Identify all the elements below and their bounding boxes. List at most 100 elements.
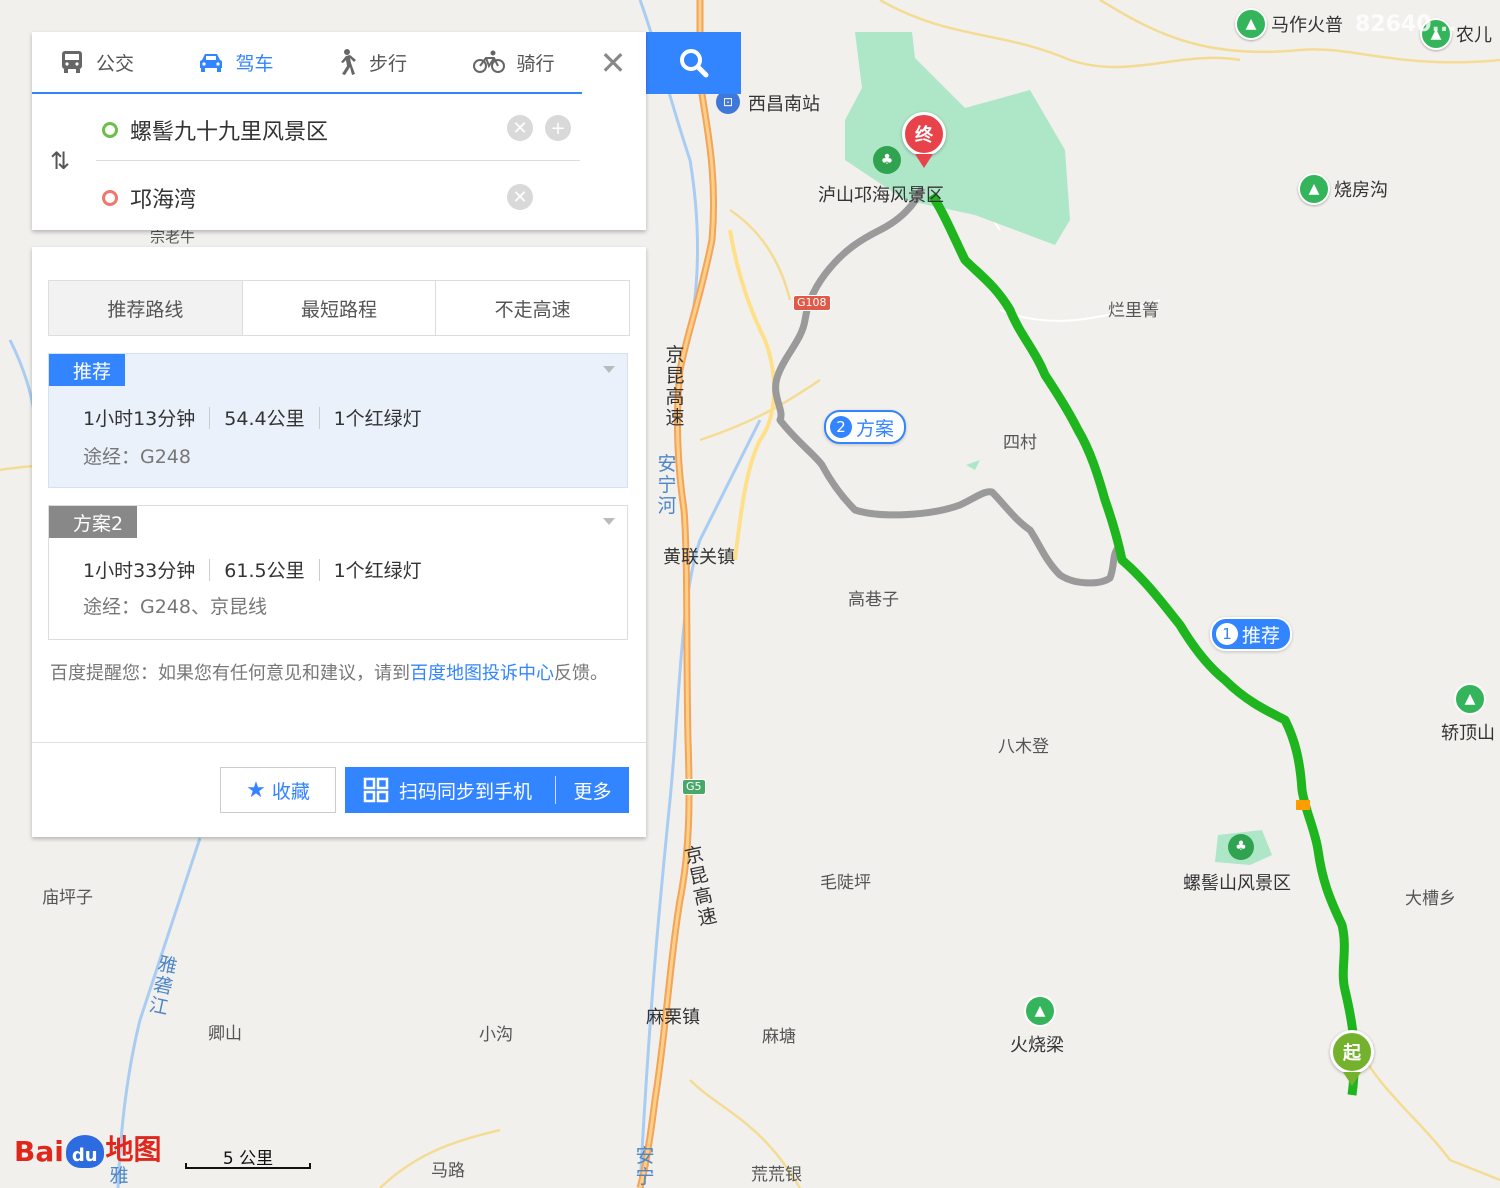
place-xiaogou: 小沟 bbox=[479, 1025, 513, 1045]
route-number-badge: 2 bbox=[830, 416, 852, 438]
route-via: 途经：G248 bbox=[83, 446, 191, 468]
route-card-recommended[interactable]: 推荐 1小时13分钟 54.4公里 1个红绿灯 途经：G248 bbox=[48, 353, 628, 488]
poi-shaofanggou: ▲ 烧房沟 bbox=[1298, 173, 1388, 205]
place-malu: 马路 bbox=[431, 1161, 465, 1181]
footer-divider bbox=[32, 742, 646, 743]
search-icon bbox=[679, 49, 708, 78]
tab-recommended[interactable]: 推荐路线 bbox=[49, 281, 243, 335]
route-time: 1小时13分钟 bbox=[83, 408, 196, 430]
sync-to-phone-button[interactable]: 扫码同步到手机 bbox=[345, 767, 555, 813]
favorite-button[interactable]: ★ 收藏 bbox=[220, 767, 336, 813]
sync-button-group: 扫码同步到手机 更多 bbox=[345, 767, 629, 813]
qr-code-icon bbox=[363, 777, 389, 803]
feedback-notice: 百度提醒您：如果您有任何意见和建议，请到百度地图投诉中心反馈。 bbox=[50, 657, 630, 691]
route-2-bubble[interactable]: 2 方案 bbox=[824, 410, 907, 444]
road-shield-g5: G5 bbox=[682, 779, 706, 795]
mountain-icon: ▲ bbox=[1235, 8, 1267, 40]
destination-field[interactable]: 邛海湾 bbox=[102, 182, 196, 214]
route-distance: 54.4公里 bbox=[224, 408, 305, 430]
favorite-label: 收藏 bbox=[271, 780, 310, 803]
tab-label: 驾车 bbox=[235, 52, 274, 75]
route-distance: 61.5公里 bbox=[224, 560, 305, 582]
close-icon[interactable]: ✕ bbox=[598, 47, 628, 79]
route-number-badge: 1 bbox=[1216, 623, 1238, 645]
search-button[interactable] bbox=[646, 32, 741, 94]
star-icon: ★ bbox=[246, 777, 266, 803]
tab-bus[interactable]: 公交 bbox=[32, 32, 170, 92]
car-icon bbox=[199, 54, 222, 72]
place-maopingzi: 毛陡坪 bbox=[820, 873, 871, 893]
logo-text-bai: Bai bbox=[14, 1135, 64, 1168]
start-marker[interactable]: 起 bbox=[1330, 1030, 1374, 1074]
route-strategy-tabs: 推荐路线 最短路程 不走高速 bbox=[48, 280, 630, 336]
place-lushan-scenic: 泸山邛海风景区 bbox=[818, 185, 944, 206]
route-stats: 1小时33分钟 61.5公里 1个红绿灯 bbox=[83, 556, 422, 583]
bus-icon bbox=[62, 51, 82, 73]
place-huanglianguan: 黄联关镇 bbox=[663, 547, 735, 568]
more-button[interactable]: 更多 bbox=[556, 777, 629, 804]
tab-label: 公交 bbox=[96, 52, 135, 75]
walk-icon bbox=[341, 49, 356, 75]
route-card-plan2[interactable]: 方案2 1小时33分钟 61.5公里 1个红绿灯 途经：G248、京昆线 bbox=[48, 505, 628, 640]
watermark: 82640... bbox=[1355, 12, 1457, 37]
route-stats: 1小时13分钟 54.4公里 1个红绿灯 bbox=[83, 404, 422, 431]
route-results-panel: 推荐路线 最短路程 不走高速 推荐 1小时13分钟 54.4公里 1个红绿灯 途… bbox=[32, 247, 646, 837]
tab-no-highway[interactable]: 不走高速 bbox=[436, 281, 629, 335]
poi-mazuohuopu: ▲ 马作火普 bbox=[1235, 8, 1343, 40]
chevron-down-icon[interactable] bbox=[603, 518, 615, 525]
tab-walk[interactable]: 步行 bbox=[307, 32, 445, 92]
place-luojishan: 螺髻山风景区 bbox=[1183, 873, 1291, 894]
logo-paw: du bbox=[65, 1135, 104, 1168]
mountain-icon: ▲ bbox=[1454, 683, 1486, 715]
transport-mode-tabs: 公交 驾车 步行 骑行 bbox=[32, 32, 582, 94]
place-xichang-south: 西昌南站 bbox=[748, 94, 820, 115]
park-icon: ♣ bbox=[873, 146, 901, 174]
origin-field[interactable]: 螺髻九十九里风景区 bbox=[102, 114, 328, 146]
destination-dot-icon bbox=[102, 190, 118, 206]
place-huanghuangyin: 荒荒银 bbox=[751, 1165, 802, 1185]
destination-text: 邛海湾 bbox=[130, 188, 197, 213]
logo-text-map: 地图 bbox=[105, 1133, 162, 1166]
tab-label: 骑行 bbox=[516, 52, 555, 75]
route-tag: 推荐 bbox=[49, 354, 126, 386]
sync-label: 扫码同步到手机 bbox=[399, 780, 533, 803]
origin-text: 螺髻九十九里风景区 bbox=[130, 120, 329, 145]
baidu-map-logo[interactable]: Bai du 地图 bbox=[14, 1128, 162, 1168]
add-waypoint-icon[interactable]: + bbox=[545, 115, 571, 141]
clear-destination-icon[interactable]: ✕ bbox=[507, 184, 533, 210]
route-1-bubble[interactable]: 1 推荐 bbox=[1210, 617, 1293, 651]
mountain-icon: ▲ bbox=[1298, 173, 1330, 205]
place-dacaoxiang: 大槽乡 bbox=[1405, 889, 1456, 909]
park-icon: ♣ bbox=[1228, 834, 1254, 860]
route-traffic-lights: 1个红绿灯 bbox=[333, 560, 422, 582]
highway-label-jingkun: 京昆高速 bbox=[665, 344, 685, 429]
route-time: 1小时33分钟 bbox=[83, 560, 196, 582]
river-label-anning: 安宁 bbox=[635, 1145, 655, 1188]
route-tag: 方案2 bbox=[49, 506, 138, 538]
swap-direction-icon[interactable]: ⇅ bbox=[50, 147, 70, 175]
clear-origin-icon[interactable]: ✕ bbox=[507, 115, 533, 141]
poi-jiaodingshan: ▲ 轿顶山 bbox=[1441, 683, 1495, 745]
tab-label: 步行 bbox=[369, 52, 408, 75]
place-gaoxiangzi: 高巷子 bbox=[848, 590, 899, 610]
field-divider bbox=[96, 160, 580, 161]
poi-huoshaoliang: ▲ 火烧梁 bbox=[1010, 995, 1064, 1057]
tab-bike[interactable]: 骑行 bbox=[445, 32, 583, 92]
place-malizhen: 麻栗镇 bbox=[646, 1007, 700, 1028]
place-sicun: 四村 bbox=[1003, 433, 1037, 453]
route-bubble-label: 推荐 bbox=[1242, 624, 1281, 647]
notice-text: 百度提醒您：如果您有任何意见和建议，请到 bbox=[50, 663, 410, 684]
place-matang: 麻塘 bbox=[762, 1027, 796, 1047]
route-traffic-lights: 1个红绿灯 bbox=[333, 408, 422, 430]
place-qingshan: 卿山 bbox=[208, 1024, 242, 1044]
river-label-ya: 雅 bbox=[109, 1165, 129, 1187]
chevron-down-icon[interactable] bbox=[603, 366, 615, 373]
road-shield-g108: G108 bbox=[793, 295, 831, 311]
complaint-center-link[interactable]: 百度地图投诉中心 bbox=[410, 663, 554, 684]
tab-drive[interactable]: 驾车 bbox=[170, 32, 308, 92]
place-lanlituo: 烂里箐 bbox=[1108, 301, 1159, 321]
bike-icon bbox=[472, 50, 505, 73]
tab-shortest[interactable]: 最短路程 bbox=[243, 281, 437, 335]
notice-text: 反馈。 bbox=[554, 663, 608, 684]
end-marker[interactable]: 终 bbox=[902, 112, 946, 156]
